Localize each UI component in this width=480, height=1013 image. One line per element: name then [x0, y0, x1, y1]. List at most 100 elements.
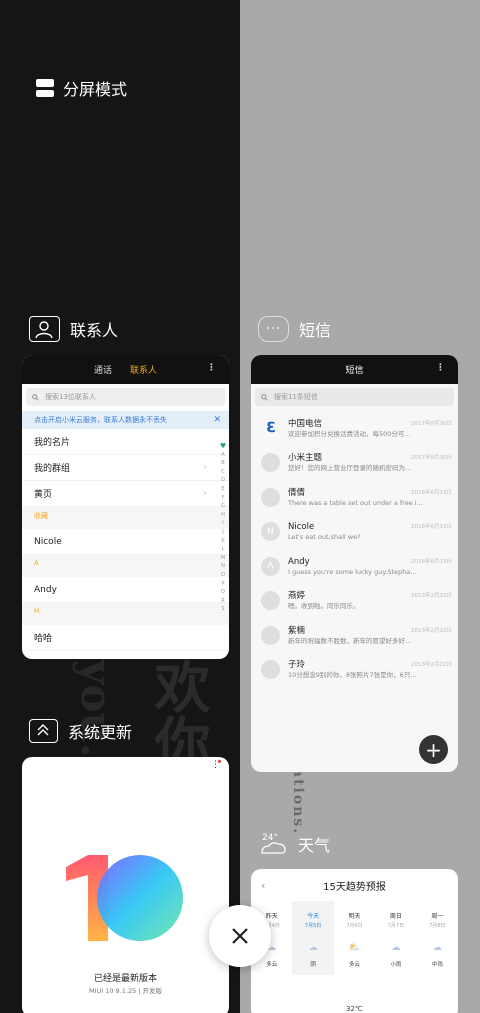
- message-text: Andy 2016年6月13日 I guess you're some lucky …: [288, 556, 452, 577]
- message-text: 倩倩 2016年6月13日 There was a table set out un…: [288, 487, 452, 508]
- alphabet-letter[interactable]: G: [221, 502, 225, 511]
- alphabet-index[interactable]: ♥ ABCDEFGHIJKLMNOPQRS: [220, 442, 226, 614]
- message-text: 子玲 2013年2月22日 10分想念9别的你，8张照片7张是你，6只...: [288, 659, 452, 680]
- day-date: 7月8日: [429, 923, 446, 929]
- alphabet-letter[interactable]: P: [221, 580, 224, 589]
- cloud-banner[interactable]: 点击开启小米云服务，联系人数据永不丢失 ✕: [22, 411, 229, 429]
- sms-list: ℇ 中国电信 2017年8月30日 欢迎参加积分兑换话费活动，每500分可... 小米主…: [251, 411, 458, 687]
- alphabet-letter[interactable]: A: [221, 451, 224, 460]
- contact-row[interactable]: 哈哈: [22, 625, 229, 651]
- heart-icon: ♥: [219, 442, 227, 450]
- alphabet-letter[interactable]: N: [221, 562, 225, 571]
- chevron-right-icon: ›: [203, 488, 207, 499]
- split-screen-button[interactable]: 分屏模式: [36, 76, 127, 100]
- list-item-my-card[interactable]: 我的名片: [22, 429, 229, 455]
- alphabet-letter[interactable]: R: [221, 597, 224, 606]
- new-message-button[interactable]: +: [419, 735, 448, 764]
- sms-card[interactable]: 短信 ⋮ 搜索11条短信 ℇ 中国电信 2017年8月30日 欢迎参加积分兑换话费活动…: [251, 355, 458, 772]
- weather-title: 天气: [298, 836, 331, 855]
- sender-name: Andy: [288, 556, 310, 567]
- avatar: [261, 453, 280, 473]
- list-item-my-groups[interactable]: 我的群组 ›: [22, 455, 229, 481]
- contacts-search-input[interactable]: 搜索13位联系人: [26, 388, 225, 406]
- forecast-day[interactable]: 今天 7月5日 ☁ 阴: [292, 901, 334, 975]
- update-app-header: 系统更新: [29, 719, 132, 743]
- alphabet-letter[interactable]: M: [221, 554, 225, 563]
- alphabet-letter[interactable]: I: [222, 519, 223, 528]
- chevron-right-icon: ›: [203, 462, 207, 473]
- avatar: [261, 625, 280, 645]
- moderate-rain-icon: ☁: [432, 943, 442, 953]
- sms-titlebar: 短信 ⋮: [251, 355, 458, 384]
- list-item-yellow-pages[interactable]: 黄页 ›: [22, 481, 229, 507]
- alphabet-letter[interactable]: F: [222, 494, 225, 503]
- notification-dot: [218, 760, 221, 763]
- message-preview: 新年的祝福数不胜数，新年的愿望好多好...: [288, 636, 412, 645]
- day-name: 明天: [348, 913, 361, 920]
- message-row[interactable]: 子玲 2013年2月22日 10分想念9别的你，8张照片7张是你，6只...: [251, 653, 458, 688]
- forecast-day[interactable]: 周日 7月7日 ☁ 小雨: [375, 901, 416, 975]
- contacts-app-header: 联系人: [29, 316, 118, 342]
- forecast-title: 15天趋势预报: [323, 881, 386, 893]
- sender-name: 紫楠: [288, 625, 306, 636]
- update-status: 已经是最新版本: [93, 974, 157, 984]
- wallpaper-text: ations.: [290, 768, 306, 836]
- forecast-day[interactable]: 周一 7月8日 ☁ 中雨: [417, 901, 458, 975]
- sender-name: 子玲: [288, 660, 306, 671]
- sms-title: 短信: [299, 321, 332, 340]
- more-icon[interactable]: ⋮: [207, 364, 216, 373]
- alphabet-letter[interactable]: O: [221, 571, 225, 580]
- search-icon: [261, 393, 268, 401]
- message-text: Nicole 2016年6月13日 Let's eat out,shall we?: [288, 521, 452, 542]
- weather-card[interactable]: ‹ 15天趋势预报 昨天 7月4日 ☁ 多云 今天 7月5日 ☁ 阴明天 7月6日 ⛅ 多云 周日 7月…: [251, 869, 458, 1013]
- search-icon: [32, 393, 39, 401]
- tab-calls[interactable]: 通话: [94, 363, 112, 376]
- message-row[interactable]: ℇ 中国电信 2017年8月30日 欢迎参加积分兑换话费活动，每500分可...: [251, 411, 458, 446]
- more-icon[interactable]: ⋮: [436, 364, 445, 373]
- alphabet-letter[interactable]: B: [221, 459, 224, 468]
- sms-app-header: 短信: [258, 316, 331, 342]
- contacts-title: 联系人: [70, 321, 119, 340]
- alphabet-letter[interactable]: E: [221, 485, 224, 494]
- message-preview: 欢迎参加积分兑换话费活动，每500分可...: [288, 429, 411, 438]
- wallpaper-text: 欢你: [145, 658, 211, 770]
- message-row[interactable]: 小米主题 2017年8月30日 您好！您的网上营业厅登录的随机密码为...: [251, 446, 458, 481]
- alphabet-letter[interactable]: Q: [221, 588, 225, 597]
- alphabet-letter[interactable]: C: [221, 468, 225, 477]
- version-text: MIUI 10 9.1.25 | 开发版: [88, 987, 163, 995]
- contact-row[interactable]: Andy: [22, 577, 229, 603]
- message-row[interactable]: 燕婷 2013年2月22日 嗯。收到啦。同乐同乐。: [251, 584, 458, 619]
- avatar: [261, 591, 280, 611]
- message-preview: 10分想念9别的你，8张照片7张是你，6只...: [288, 671, 417, 680]
- alphabet-letter[interactable]: D: [221, 476, 225, 485]
- sender-name: 中国电信: [288, 418, 323, 429]
- message-text: 紫楠 2013年2月22日 新年的祝福数不胜数，新年的愿望好多好...: [288, 625, 452, 646]
- avatar: N: [261, 522, 280, 542]
- message-text: 中国电信 2017年8月30日 欢迎参加积分兑换话费活动，每500分可...: [288, 418, 452, 439]
- partly-cloudy-icon: ⛅: [348, 943, 361, 953]
- alphabet-letter[interactable]: L: [222, 545, 225, 554]
- close-all-button[interactable]: [209, 905, 271, 967]
- tab-contacts[interactable]: 联系人: [130, 363, 157, 376]
- alphabet-letter[interactable]: K: [221, 537, 224, 546]
- day-name: 周日: [389, 913, 402, 920]
- back-icon[interactable]: ‹: [261, 879, 265, 892]
- message-row[interactable]: A Andy 2016年6月13日 I guess you're some lucky…: [251, 549, 458, 584]
- update-card[interactable]: ⋮ 已经是最新版本 MIUI 10 9.1.25 | 开发版: [22, 757, 229, 1013]
- overcast-icon: ☁: [308, 943, 318, 953]
- message-row[interactable]: 紫楠 2013年2月22日 新年的祝福数不胜数，新年的愿望好多好...: [251, 618, 458, 653]
- contact-row[interactable]: Nicole: [22, 529, 229, 555]
- alphabet-letter[interactable]: S: [221, 605, 224, 614]
- contacts-card[interactable]: 通话 联系人 ⋮ 搜索13位联系人 点击开启小米云服务，联系人数据永不丢失 ✕ …: [22, 355, 229, 659]
- alphabet-letter[interactable]: J: [222, 528, 223, 537]
- section-header: 收藏: [22, 507, 229, 529]
- temperature-label: 32℃: [346, 1005, 363, 1013]
- message-row[interactable]: 倩倩 2016年6月13日 There was a table set out un…: [251, 480, 458, 515]
- sms-search-input[interactable]: 搜索11条短信: [255, 388, 454, 406]
- message-row[interactable]: N Nicole 2016年6月13日 Let's eat out,shall we?: [251, 515, 458, 550]
- weather-app-header: 24° 天气: [258, 831, 330, 857]
- alphabet-letter[interactable]: H: [221, 511, 225, 520]
- close-icon[interactable]: ✕: [213, 415, 221, 425]
- forecast-day[interactable]: 明天 7月6日 ⛅ 多云: [334, 901, 375, 975]
- message-preview: 您好！您的网上营业厅登录的随机密码为...: [288, 464, 412, 473]
